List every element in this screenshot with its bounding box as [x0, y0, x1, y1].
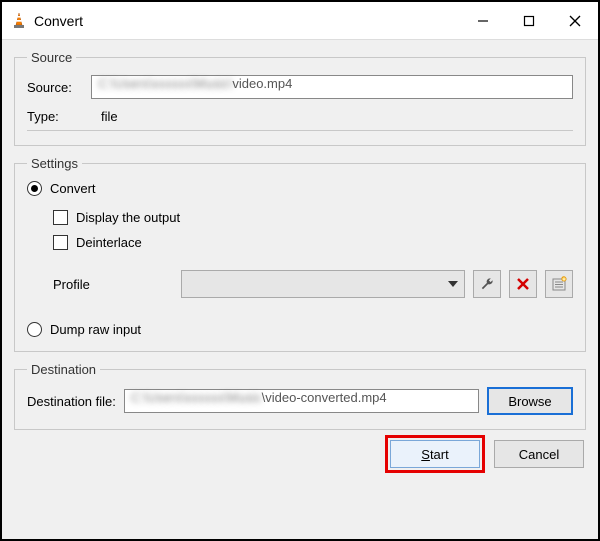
- titlebar: Convert: [2, 2, 598, 40]
- display-output-label: Display the output: [76, 210, 180, 225]
- profile-combobox[interactable]: [181, 270, 465, 298]
- browse-label: Browse: [508, 394, 551, 409]
- delete-profile-button[interactable]: [509, 270, 537, 298]
- window-controls: [460, 2, 598, 39]
- deinterlace-checkbox[interactable]: Deinterlace: [53, 235, 573, 250]
- source-group: Source Source: C:\Users\xxxxxx\Music\vid…: [14, 50, 586, 146]
- new-profile-button[interactable]: [545, 270, 573, 298]
- source-path-visible: video.mp4: [232, 76, 292, 91]
- minimize-button[interactable]: [460, 2, 506, 39]
- delete-icon: [516, 277, 530, 291]
- chevron-down-icon: [448, 281, 458, 287]
- window-title: Convert: [34, 13, 83, 29]
- destination-group: Destination Destination file: C:\Users\x…: [14, 362, 586, 430]
- source-path-input[interactable]: C:\Users\xxxxxx\Music\video.mp4: [91, 75, 573, 99]
- browse-button[interactable]: Browse: [487, 387, 573, 415]
- cancel-button[interactable]: Cancel: [494, 440, 584, 468]
- convert-dialog: Convert Source Source: C:\Users\xxxxxx\M…: [0, 0, 600, 541]
- checkbox-icon: [53, 210, 68, 225]
- dump-raw-label: Dump raw input: [50, 322, 141, 337]
- destination-path-visible: \video-converted.mp4: [262, 390, 387, 405]
- dialog-footer: Start Cancel: [14, 440, 586, 468]
- convert-radio[interactable]: Convert: [27, 181, 573, 196]
- destination-path-input[interactable]: C:\Users\xxxxxx\Music\video-converted.mp…: [124, 389, 479, 413]
- cancel-label: Cancel: [519, 447, 559, 462]
- start-label: Start: [421, 447, 448, 462]
- radio-icon: [27, 181, 42, 196]
- wrench-icon: [479, 276, 495, 292]
- deinterlace-label: Deinterlace: [76, 235, 142, 250]
- destination-label: Destination file:: [27, 394, 116, 409]
- new-profile-icon: [551, 276, 567, 292]
- type-value: file: [101, 109, 118, 124]
- checkbox-icon: [53, 235, 68, 250]
- radio-icon: [27, 322, 42, 337]
- dump-raw-radio[interactable]: Dump raw input: [27, 322, 573, 337]
- settings-legend: Settings: [27, 156, 82, 171]
- source-path-hidden: C:\Users\xxxxxx\Music\: [98, 76, 232, 91]
- settings-group: Settings Convert Display the output Dein…: [14, 156, 586, 352]
- vlc-icon: [10, 12, 28, 30]
- source-label: Source:: [27, 80, 83, 95]
- destination-path-hidden: C:\Users\xxxxxx\Music: [131, 390, 262, 405]
- convert-radio-label: Convert: [50, 181, 96, 196]
- client-area: Source Source: C:\Users\xxxxxx\Music\vid…: [2, 40, 598, 539]
- close-button[interactable]: [552, 2, 598, 39]
- profile-label: Profile: [53, 277, 173, 292]
- maximize-button[interactable]: [506, 2, 552, 39]
- start-button[interactable]: Start: [390, 440, 480, 468]
- type-label: Type:: [27, 109, 83, 124]
- display-output-checkbox[interactable]: Display the output: [53, 210, 573, 225]
- source-legend: Source: [27, 50, 76, 65]
- edit-profile-button[interactable]: [473, 270, 501, 298]
- destination-legend: Destination: [27, 362, 100, 377]
